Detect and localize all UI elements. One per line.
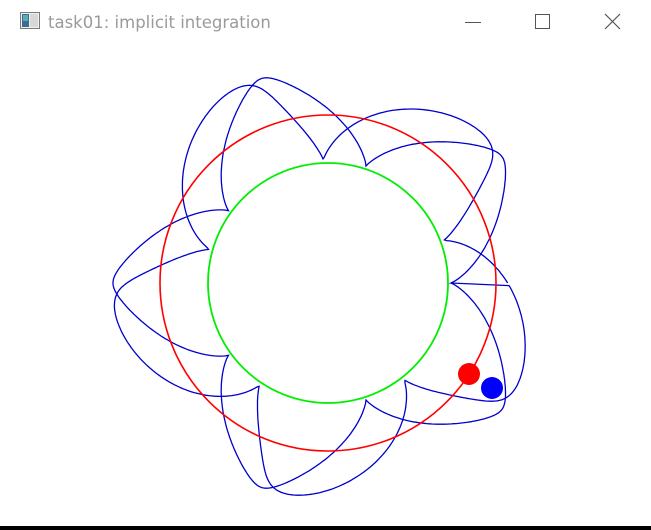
red-ball xyxy=(458,363,480,385)
app-icon xyxy=(20,12,40,29)
blue-ball-trajectory xyxy=(112,77,526,496)
red-hoop-circle xyxy=(159,114,497,452)
title-bar[interactable]: task01: implicit integration xyxy=(0,0,651,45)
simulation-canvas xyxy=(112,77,526,496)
blue-ball xyxy=(481,377,503,399)
close-button[interactable] xyxy=(589,0,635,45)
close-icon xyxy=(604,13,621,30)
window-title: task01: implicit integration xyxy=(48,13,271,32)
minimize-icon xyxy=(465,22,481,23)
maximize-button[interactable] xyxy=(519,0,565,45)
minimize-button[interactable] xyxy=(450,0,496,45)
maximize-icon xyxy=(535,14,550,29)
green-inner-circle xyxy=(207,162,449,404)
application-window: task01: implicit integration xyxy=(0,0,651,526)
